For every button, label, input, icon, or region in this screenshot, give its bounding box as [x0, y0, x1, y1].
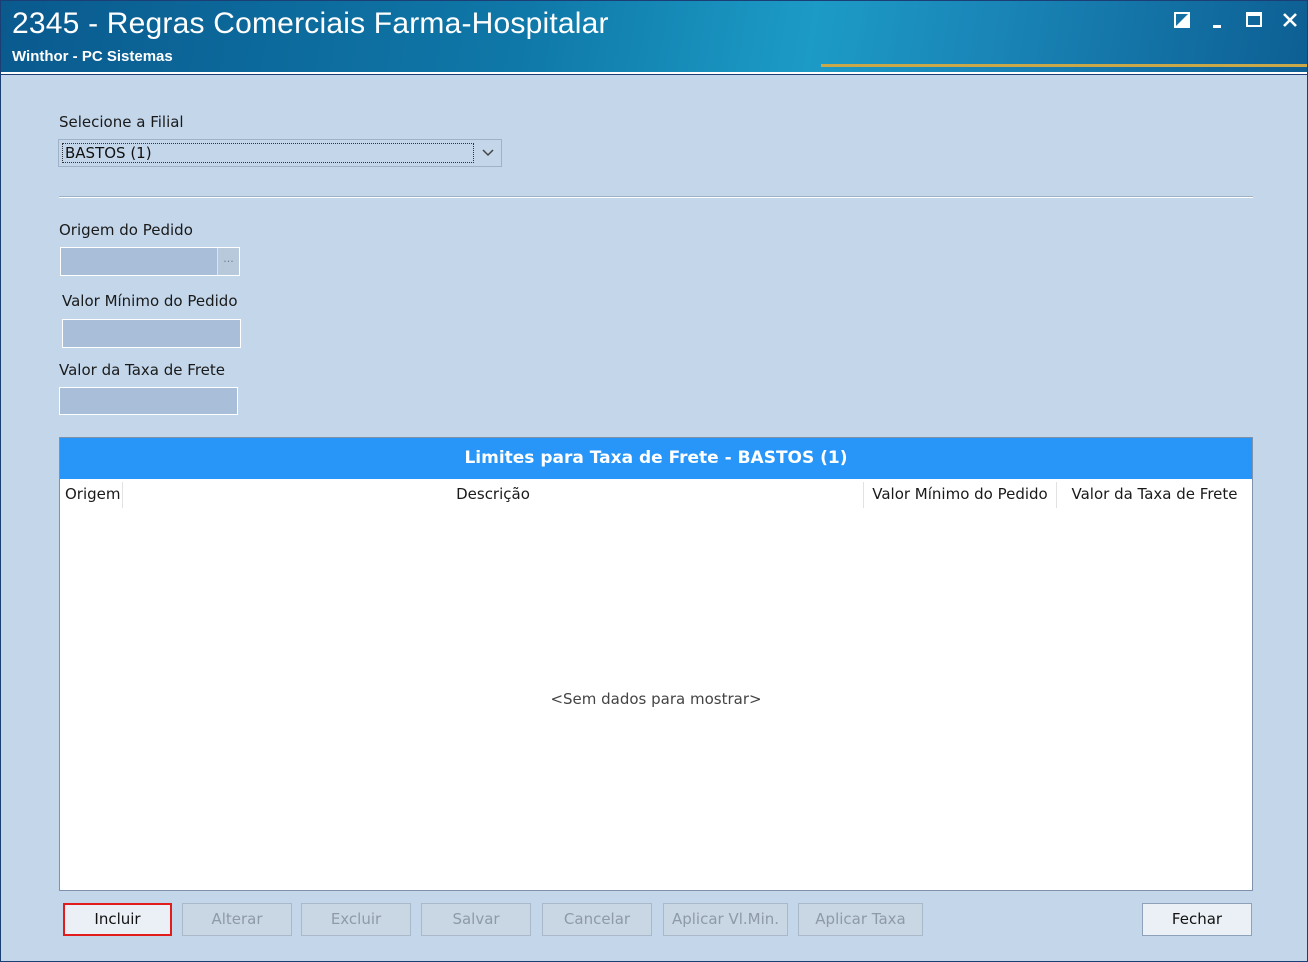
close-icon[interactable]	[1279, 9, 1301, 31]
minimize-icon[interactable]	[1207, 9, 1229, 31]
grid-header: Origem Descrição Valor Mínimo do Pedido …	[60, 479, 1252, 509]
filial-select[interactable]: BASTOS (1)	[58, 139, 502, 167]
incluir-button[interactable]: Incluir	[63, 903, 172, 936]
window-subtitle: Winthor - PC Sistemas	[12, 48, 173, 65]
taxa-frete-label: Valor da Taxa de Frete	[59, 361, 225, 379]
chevron-down-icon[interactable]	[479, 145, 497, 161]
section-divider	[59, 196, 1253, 198]
empty-grid-message: <Sem dados para mostrar>	[550, 690, 762, 708]
valor-minimo-label: Valor Mínimo do Pedido	[62, 292, 238, 310]
grid-title: Limites para Taxa de Frete - BASTOS (1)	[60, 438, 1252, 479]
filial-selected-value: BASTOS (1)	[62, 143, 474, 163]
aplicar-taxa-button[interactable]: Aplicar Taxa	[798, 903, 923, 936]
window-controls	[1171, 9, 1301, 31]
column-header-valor-minimo[interactable]: Valor Mínimo do Pedido	[864, 479, 1056, 509]
fechar-button[interactable]: Fechar	[1142, 903, 1252, 936]
taxa-frete-field[interactable]	[59, 387, 238, 415]
filial-label: Selecione a Filial	[59, 113, 184, 131]
origem-field[interactable]: ...	[60, 247, 240, 276]
excluir-button[interactable]: Excluir	[301, 903, 411, 936]
maximize-icon[interactable]	[1243, 9, 1265, 31]
valor-minimo-field[interactable]	[62, 319, 241, 348]
column-header-descricao[interactable]: Descrição	[123, 479, 863, 509]
window-title: 2345 - Regras Comerciais Farma-Hospitala…	[12, 7, 609, 40]
aplicar-vl-min-button[interactable]: Aplicar Vl.Min.	[663, 903, 788, 936]
restore-icon[interactable]	[1171, 9, 1193, 31]
title-bar[interactable]: 2345 - Regras Comerciais Farma-Hospitala…	[1, 1, 1307, 72]
alterar-button[interactable]: Alterar	[182, 903, 292, 936]
app-window: 2345 - Regras Comerciais Farma-Hospitala…	[0, 0, 1308, 962]
column-header-origem[interactable]: Origem	[65, 479, 122, 509]
title-divider-dark	[1, 74, 1307, 75]
column-header-taxa-frete[interactable]: Valor da Taxa de Frete	[1057, 479, 1252, 509]
ellipsis-button[interactable]: ...	[217, 248, 239, 275]
origem-label: Origem do Pedido	[59, 221, 193, 239]
salvar-button[interactable]: Salvar	[421, 903, 531, 936]
limites-grid[interactable]: Limites para Taxa de Frete - BASTOS (1) …	[59, 437, 1253, 891]
cancelar-button[interactable]: Cancelar	[542, 903, 652, 936]
